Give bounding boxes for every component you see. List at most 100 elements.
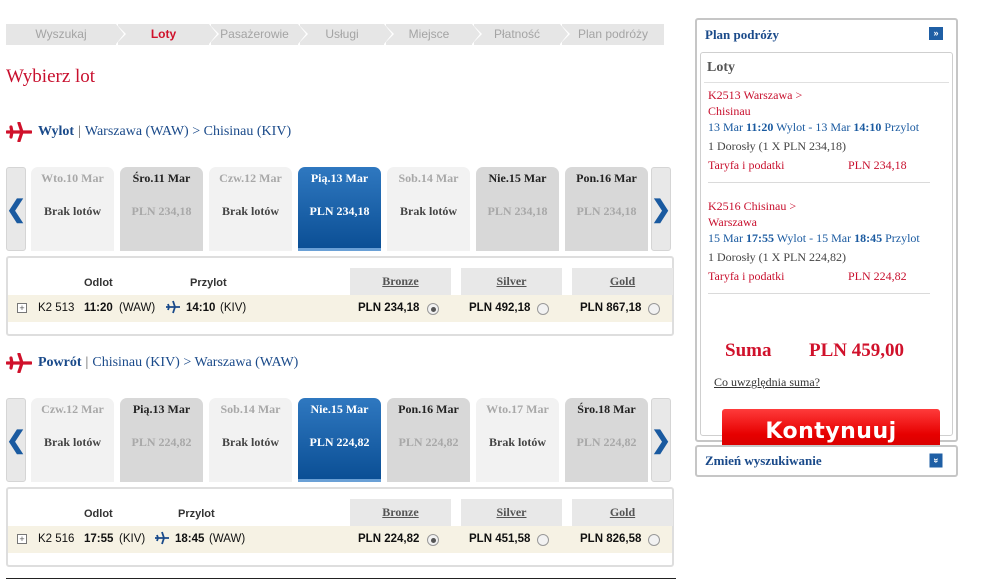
return-prev-arrow[interactable]: ❮ [6,398,26,482]
fare-radio-bronze[interactable] [427,303,439,315]
total-info-link[interactable]: Co uwzględnia suma? [714,375,820,390]
change-search-panel[interactable]: Zmień wyszukiwanie » [695,445,958,477]
total-value: PLN 459,00 [809,340,904,361]
outbound-day[interactable]: Pią.13 Mar PLN 234,18 [298,167,381,251]
outbound-direction: Wylot [38,124,75,139]
fare-price-gold: PLN 867,18 [580,302,642,314]
fare-price-bronze: PLN 224,82 [358,533,420,545]
fare-price-bronze: PLN 234,18 [358,302,420,314]
return-direction: Powrót [38,355,82,370]
outbound-flight-table: Odlot Przylot Bronze Silver Gold + K2 51… [6,256,674,336]
dep-code: (KIV) [119,533,146,545]
outbound-day[interactable]: Nie.15 Mar PLN 234,18 [476,167,559,251]
fare-radio-bronze[interactable] [427,534,439,546]
outbound-day[interactable]: Pon.16 Mar PLN 234,18 [565,167,648,251]
segment-tax: Taryfa i podatki PLN 234,18 [708,158,907,172]
step-pasazerowie[interactable]: Pasażerowie [211,24,308,45]
return-flight-table: Odlot Przylot Bronze Silver Gold + K2 51… [6,487,674,567]
fare-radio-gold[interactable] [648,534,660,546]
segment-times: 13 Mar 11:20 Wylot - 13 Mar 14:10 Przylo… [708,120,920,134]
arr-code: (KIV) [220,302,247,314]
outbound-header: Wylot | Warszawa (WAW) > Chisinau (KIV) [5,121,292,143]
expand-down-icon[interactable]: » [929,453,943,468]
segment-code: K2513 Warszawa > [708,88,803,102]
step-loty[interactable]: Loty [118,24,219,45]
plane-icon [5,121,33,143]
change-search-title[interactable]: Zmień wyszukiwanie [705,453,822,469]
outbound-next-arrow[interactable]: ❯ [651,167,671,251]
dep-time: 11:20 [84,302,113,314]
divider [6,578,676,579]
arr-time: 18:45 [175,533,205,545]
outbound-prev-arrow[interactable]: ❮ [6,167,26,251]
fare-radio-gold[interactable] [648,303,660,315]
outbound-day[interactable]: Czw.12 Mar Brak lotów [209,167,292,251]
segment-pax: 1 Dorosły (1 X PLN 224,82) [708,250,846,264]
trip-plan-title: Plan podróży [705,27,780,42]
step-wyszukaj[interactable]: Wyszukaj [6,24,126,45]
fare-price-silver: PLN 451,58 [469,533,531,545]
fare-price-silver: PLN 492,18 [469,302,531,314]
return-date-carousel: ❮ Czw.12 Mar Brak lotów Pią.13 Mar PLN 224… [6,398,671,482]
segment-tax: Taryfa i podatki PLN 224,82 [708,269,907,283]
segment-code: K2516 Chisinau > [708,199,797,213]
fare-header-silver[interactable]: Silver [461,499,562,526]
fare-header-gold[interactable]: Gold [572,268,673,295]
outbound-day[interactable]: Sob.14 Mar Brak lotów [387,167,470,251]
col-przylot: Przylot [178,508,215,520]
segment-pax: 1 Dorosły (1 X PLN 234,18) [708,139,846,153]
fare-header-bronze[interactable]: Bronze [350,499,451,526]
expand-right-icon[interactable]: » [929,27,943,40]
dep-code: (WAW) [119,302,156,314]
col-odlot: Odlot [84,277,113,289]
step-platnosc[interactable]: Płatność [474,24,570,45]
plane-icon [5,352,33,374]
step-plan-podrozy[interactable]: Plan podróży [562,24,664,45]
return-day[interactable]: Sob.14 Mar Brak lotów [209,398,292,482]
fare-price-gold: PLN 826,58 [580,533,642,545]
segment-times: 15 Mar 17:55 Wylot - 15 Mar 18:45 Przylo… [708,231,920,245]
dep-time: 17:55 [84,533,114,545]
segment-dest: Warszawa [708,215,758,229]
flight-number: K2 513 [38,302,75,314]
return-day[interactable]: Czw.12 Mar Brak lotów [31,398,114,482]
fare-radio-silver[interactable] [537,303,549,315]
plane-small-icon [165,300,181,317]
return-day[interactable]: Pon.16 Mar PLN 224,82 [387,398,470,482]
col-odlot: Odlot [84,508,113,520]
fare-radio-silver[interactable] [537,534,549,546]
booking-steps: Wyszukaj Loty Pasażerowie Usługi Miejsce… [6,24,664,45]
return-day[interactable]: Nie.15 Mar PLN 224,82 [298,398,381,482]
return-route: Chisinau (KIV) > Warszawa (WAW) [92,355,299,370]
outbound-date-carousel: ❮ Wto.10 Mar Brak lotów Śro.11 Mar PLN 234… [6,167,671,251]
flight-row: + K2 516 17:55 (KIV) 18:45 (WAW) PLN 224… [8,526,672,553]
return-day[interactable]: Wto.17 Mar Brak lotów [476,398,559,482]
flight-number: K2 516 [38,533,75,545]
segment-dest: Chisinau [708,104,751,118]
outbound-route: Warszawa (WAW) > Chisinau (KIV) [84,124,292,139]
fare-header-gold[interactable]: Gold [572,499,673,526]
fare-header-silver[interactable]: Silver [461,268,562,295]
total-label: Suma [725,340,772,361]
arr-code: (WAW) [209,533,246,545]
arr-time: 14:10 [186,302,216,314]
expand-icon[interactable]: + [17,303,27,313]
return-header: Powrót | Chisinau (KIV) > Warszawa (WAW) [5,352,299,374]
plane-small-icon [154,531,170,548]
outbound-day[interactable]: Wto.10 Mar Brak lotów [31,167,114,251]
col-przylot: Przylot [190,277,227,289]
fare-header-bronze[interactable]: Bronze [350,268,451,295]
return-next-arrow[interactable]: ❯ [651,398,671,482]
flight-row: + K2 513 11:20 (WAW) 14:10 (KIV) PLN 234… [8,295,672,322]
step-miejsce[interactable]: Miejsce [386,24,482,45]
expand-icon[interactable]: + [17,534,27,544]
trip-plan-panel: Plan podróży » Loty K2513 Warszawa > Chi… [695,18,958,455]
step-uslugi[interactable]: Usługi [300,24,394,45]
outbound-day[interactable]: Śro.11 Mar PLN 234,18 [120,167,203,251]
return-day[interactable]: Śro.18 Mar PLN 224,82 [565,398,648,482]
segment-summary: K2516 Chisinau > Warszawa 15 Mar 17:55 W… [708,198,943,294]
flights-summary: Loty K2513 Warszawa > Chisinau 13 Mar 11… [700,52,953,455]
page-title: Wybierz lot [6,66,96,87]
return-day[interactable]: Pią.13 Mar PLN 224,82 [120,398,203,482]
segment-summary: K2513 Warszawa > Chisinau 13 Mar 11:20 W… [708,87,943,183]
